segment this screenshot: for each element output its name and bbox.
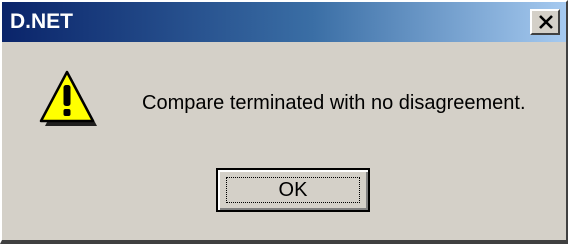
close-button[interactable] (530, 9, 560, 35)
ok-button[interactable]: OK (216, 168, 370, 212)
window-title: D.NET (10, 10, 73, 33)
ok-button-label: OK (278, 179, 308, 201)
warning-icon (39, 70, 97, 126)
focus-rectangle: OK (226, 177, 360, 203)
message-dialog: D.NET Compare terminated with no disagre… (0, 0, 568, 244)
title-bar[interactable]: D.NET (2, 2, 566, 42)
close-icon (539, 15, 553, 29)
dialog-message: Compare terminated with no disagreement. (142, 92, 526, 114)
